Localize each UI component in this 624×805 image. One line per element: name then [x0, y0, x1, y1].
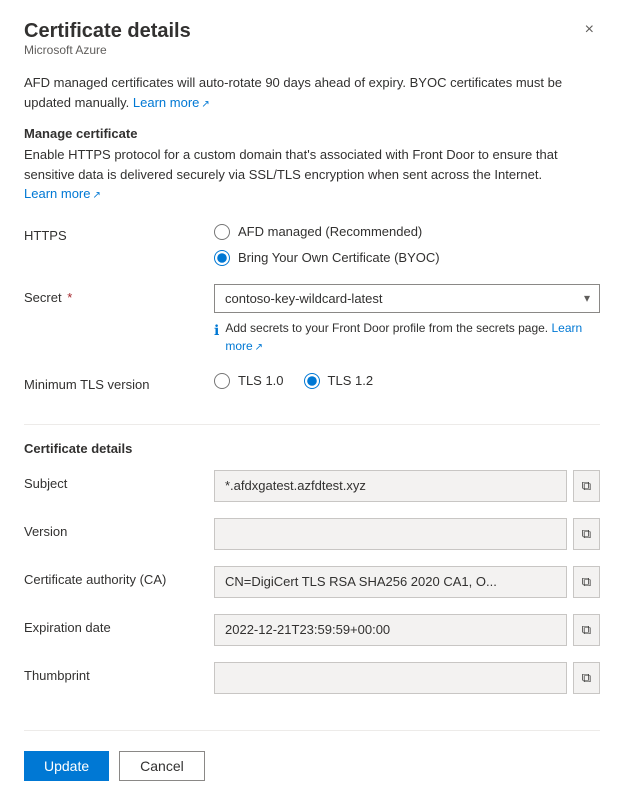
thumbprint-field	[214, 662, 567, 694]
secret-label: Secret *	[24, 284, 214, 305]
manage-cert-description: Enable HTTPS protocol for a custom domai…	[24, 145, 600, 204]
version-field	[214, 518, 567, 550]
auto-rotate-info: AFD managed certificates will auto-rotat…	[24, 73, 600, 112]
byoc-option[interactable]: Bring Your Own Certificate (BYOC)	[214, 248, 600, 268]
cancel-button[interactable]: Cancel	[119, 751, 205, 781]
tls-row: Minimum TLS version TLS 1.0 TLS 1.2	[24, 371, 600, 392]
expiration-label: Expiration date	[24, 614, 214, 635]
cert-details-title: Certificate details	[24, 441, 600, 456]
secret-hint-text: Add secrets to your Front Door profile f…	[225, 319, 600, 355]
byoc-label: Bring Your Own Certificate (BYOC)	[238, 250, 440, 265]
expiration-field-wrapper: ⧉	[214, 614, 600, 646]
version-label: Version	[24, 518, 214, 539]
info-icon: ℹ	[214, 320, 219, 341]
afd-managed-label: AFD managed (Recommended)	[238, 224, 422, 239]
ca-label: Certificate authority (CA)	[24, 566, 214, 587]
manage-cert-desc-text: Enable HTTPS protocol for a custom domai…	[24, 147, 558, 182]
subject-field	[214, 470, 567, 502]
subject-field-wrapper: ⧉	[214, 470, 600, 502]
expiration-field	[214, 614, 567, 646]
manage-cert-title: Manage certificate	[24, 126, 600, 141]
dialog-subtitle: Microsoft Azure	[24, 43, 191, 57]
subject-copy-button[interactable]: ⧉	[573, 470, 600, 502]
secret-hint: ℹ Add secrets to your Front Door profile…	[214, 319, 600, 355]
tls10-radio[interactable]	[214, 373, 230, 389]
ca-field	[214, 566, 567, 598]
external-link-icon-1: ↗	[201, 99, 209, 110]
ca-field-wrapper: ⧉	[214, 566, 600, 598]
expiration-row: Expiration date ⧉	[24, 614, 600, 646]
https-row: HTTPS AFD managed (Recommended) Bring Yo…	[24, 222, 600, 268]
https-controls: AFD managed (Recommended) Bring Your Own…	[214, 222, 600, 268]
certificate-details-dialog: Certificate details Microsoft Azure × AF…	[0, 0, 624, 805]
secret-controls: contoso-key-wildcard-latest ▾ ℹ Add secr…	[214, 284, 600, 355]
tls-controls: TLS 1.0 TLS 1.2	[214, 371, 600, 391]
tls12-radio[interactable]	[304, 373, 320, 389]
learn-more-label-2: Learn more	[24, 186, 90, 201]
secret-select[interactable]: contoso-key-wildcard-latest	[214, 284, 600, 313]
https-label: HTTPS	[24, 222, 214, 243]
subject-label: Subject	[24, 470, 214, 491]
learn-more-link-2[interactable]: Learn more↗	[24, 186, 101, 201]
dialog-title: Certificate details	[24, 20, 191, 43]
afd-managed-radio[interactable]	[214, 224, 230, 240]
afd-managed-option[interactable]: AFD managed (Recommended)	[214, 222, 600, 242]
close-button[interactable]: ×	[579, 20, 600, 40]
version-copy-button[interactable]: ⧉	[573, 518, 600, 550]
update-button[interactable]: Update	[24, 751, 109, 781]
expiration-copy-button[interactable]: ⧉	[573, 614, 600, 646]
dialog-header: Certificate details Microsoft Azure ×	[24, 20, 600, 71]
thumbprint-copy-button[interactable]: ⧉	[573, 662, 600, 694]
external-link-icon-2: ↗	[92, 190, 100, 201]
subject-controls: ⧉	[214, 470, 600, 502]
section-divider	[24, 424, 600, 425]
learn-more-link-1[interactable]: Learn more↗	[133, 95, 210, 110]
external-link-icon-3: ↗	[255, 342, 263, 353]
thumbprint-row: Thumbprint ⧉	[24, 662, 600, 694]
tls-options: TLS 1.0 TLS 1.2	[214, 371, 600, 391]
version-controls: ⧉	[214, 518, 600, 550]
manage-cert-section: Manage certificate Enable HTTPS protocol…	[24, 126, 600, 218]
thumbprint-label: Thumbprint	[24, 662, 214, 683]
subject-row: Subject ⧉	[24, 470, 600, 502]
thumbprint-controls: ⧉	[214, 662, 600, 694]
ca-copy-button[interactable]: ⧉	[573, 566, 600, 598]
auto-rotate-text: AFD managed certificates will auto-rotat…	[24, 75, 562, 110]
byoc-radio[interactable]	[214, 250, 230, 266]
ca-controls: ⧉	[214, 566, 600, 598]
dialog-footer: Update Cancel	[24, 730, 600, 781]
version-row: Version ⧉	[24, 518, 600, 550]
tls-label: Minimum TLS version	[24, 371, 214, 392]
secret-row: Secret * contoso-key-wildcard-latest ▾ ℹ…	[24, 284, 600, 355]
tls12-label: TLS 1.2	[328, 373, 374, 388]
secret-select-wrapper: contoso-key-wildcard-latest ▾	[214, 284, 600, 313]
learn-more-label-1: Learn more	[133, 95, 199, 110]
tls12-option[interactable]: TLS 1.2	[304, 371, 374, 391]
tls10-label: TLS 1.0	[238, 373, 284, 388]
required-indicator: *	[64, 290, 73, 305]
thumbprint-field-wrapper: ⧉	[214, 662, 600, 694]
tls10-option[interactable]: TLS 1.0	[214, 371, 284, 391]
ca-row: Certificate authority (CA) ⧉	[24, 566, 600, 598]
dialog-title-group: Certificate details Microsoft Azure	[24, 20, 191, 71]
expiration-controls: ⧉	[214, 614, 600, 646]
version-field-wrapper: ⧉	[214, 518, 600, 550]
